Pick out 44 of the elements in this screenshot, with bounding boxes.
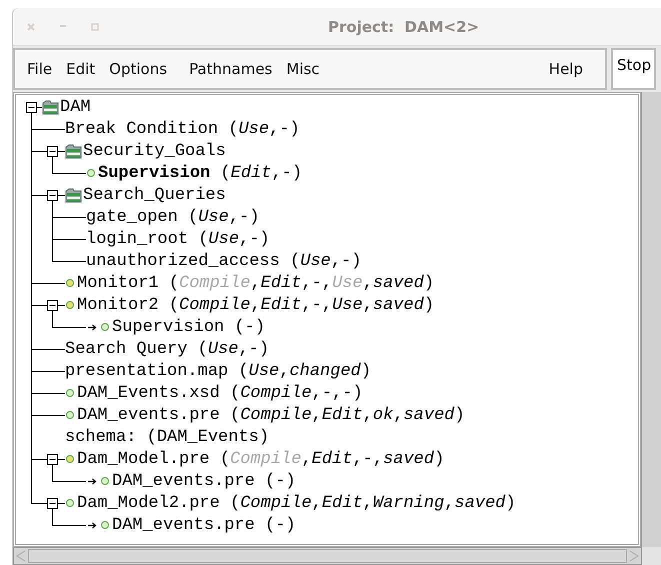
- scroll-right-icon[interactable]: [629, 550, 639, 562]
- collapse-toggle[interactable]: [26, 102, 37, 112]
- tree-item[interactable]: Supervision (-): [112, 318, 266, 336]
- folder-icon: [65, 188, 82, 202]
- tree-item[interactable]: login_root (Use,-): [86, 230, 270, 248]
- tree-item[interactable]: DAM_events.pre (-): [112, 472, 296, 490]
- menu-item[interactable]: Options: [109, 60, 168, 78]
- collapse-toggle[interactable]: [47, 190, 58, 200]
- collapse-toggle[interactable]: [47, 300, 58, 310]
- tree-item[interactable]: DAM_events.pre (-): [112, 516, 296, 534]
- tree-item[interactable]: DAM: [60, 98, 91, 116]
- tree-item[interactable]: Monitor1 (Compile,Edit,-,Use,saved): [77, 274, 434, 292]
- menu-item[interactable]: Misc: [286, 60, 320, 78]
- minimize-icon[interactable]: [59, 25, 67, 28]
- tree-item[interactable]: unauthorized_access (Use,-): [86, 252, 362, 270]
- menu-item[interactable]: File: [27, 60, 52, 78]
- tree-item[interactable]: Search Query (Use,-): [65, 340, 270, 358]
- scroll-left-icon[interactable]: [16, 550, 26, 562]
- stop-field[interactable]: Stop: [611, 48, 656, 90]
- menu-item[interactable]: Help: [548, 60, 583, 78]
- tree-item[interactable]: DAM_Events.xsd (Compile,-,-): [77, 384, 363, 402]
- horizontal-scrollbar[interactable]: [13, 547, 642, 565]
- tree-item[interactable]: gate_open (Use,-): [86, 208, 260, 226]
- vertical-scrollbar[interactable]: [641, 92, 661, 547]
- collapse-toggle[interactable]: [47, 146, 58, 156]
- menu-item[interactable]: Edit: [66, 60, 96, 78]
- tree-item[interactable]: Search_Queries: [83, 186, 226, 204]
- window-title: Project: DAM<2>: [328, 18, 480, 36]
- tree-item[interactable]: Security_Goals: [83, 142, 226, 160]
- close-icon[interactable]: [27, 22, 35, 30]
- collapse-toggle[interactable]: [47, 498, 58, 508]
- tree-item[interactable]: presentation.map (Use,changed): [65, 362, 372, 380]
- tree-item[interactable]: DAM_events.pre (Compile,Edit,ok,saved): [77, 406, 465, 424]
- tree-item[interactable]: Dam_Model2.pre (Compile,Edit,Warning,saved): [77, 494, 516, 512]
- folder-icon: [65, 144, 82, 158]
- collapse-toggle[interactable]: [47, 454, 58, 464]
- tree-item[interactable]: Break Condition (Use,-): [65, 120, 300, 138]
- tree-item[interactable]: Monitor2 (Compile,Edit,-,Use,saved): [77, 296, 434, 314]
- tree-item-detail: schema: (DAM_Events): [65, 428, 270, 446]
- tree-item[interactable]: Dam_Model.pre (Compile,Edit,-,saved): [77, 450, 444, 468]
- folder-icon: [42, 100, 59, 114]
- menu-item[interactable]: Pathnames: [189, 60, 272, 78]
- maximize-icon[interactable]: [91, 22, 99, 30]
- tree-item[interactable]: Supervision (Edit,-): [98, 164, 302, 182]
